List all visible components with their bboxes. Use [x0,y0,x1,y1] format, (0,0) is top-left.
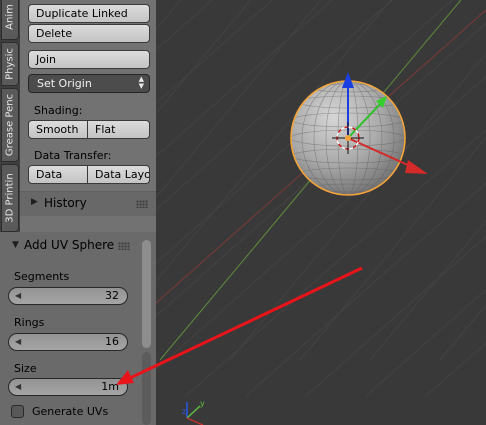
triangle-down-icon: ▼ [12,240,19,250]
tab-3d-printing[interactable]: 3D Printin [1,164,19,232]
tab-animation[interactable]: Anim [1,0,19,40]
join-button[interactable]: Join [28,50,150,69]
viewport-canvas: z y [156,0,486,425]
svg-text:z: z [182,407,186,416]
origin-dot [345,135,351,141]
orientation-axes-icon: z y [182,399,205,425]
tab-label: Grease Penc [4,93,16,157]
set-origin-dropdown[interactable]: Set Origin ▲ ▼ [28,74,150,93]
tab-label: 3D Printin [4,173,16,223]
operator-title: Add UV Sphere [24,238,115,252]
history-label: History [44,196,87,210]
data-transfer-button[interactable]: Data [28,165,88,184]
decrement-arrow-icon[interactable]: ◀ [15,334,21,350]
size-label: Size [14,362,37,375]
z-arrow-icon[interactable] [342,72,354,88]
3d-viewport[interactable]: z y [156,0,486,425]
smooth-button[interactable]: Smooth [28,120,88,139]
svg-text:y: y [200,399,205,408]
tab-grease-pencil[interactable]: Grease Penc [1,88,19,162]
size-field[interactable]: ◀ 1m [8,378,128,396]
generate-uvs-checkbox[interactable] [11,405,24,418]
triangle-right-icon: ▶ [31,197,38,207]
size-value: 1m [101,380,119,393]
drag-grip-icon[interactable] [136,200,148,208]
x-arrow-icon[interactable] [405,160,428,174]
shading-label: Shading: [34,104,83,117]
panel-scroll-track[interactable] [142,352,151,425]
tab-label: Anim [4,4,16,30]
delete-button[interactable]: Delete [28,24,150,43]
rings-label: Rings [14,316,45,329]
tab-physics[interactable]: Physic [1,42,19,86]
duplicate-linked-button[interactable]: Duplicate Linked [28,4,150,23]
grid-floor [156,0,486,397]
data-transfer-label: Data Transfer: [34,149,112,162]
operator-redo-panel: ▼ Add UV Sphere Segments ◀ 32 Rings ◀ 16… [0,232,156,425]
decrement-arrow-icon[interactable]: ◀ [15,379,21,395]
flat-button[interactable]: Flat [88,120,150,139]
drag-grip-icon[interactable] [118,242,130,250]
segments-field[interactable]: ◀ 32 [8,287,128,305]
rings-value: 16 [105,335,119,348]
history-panel-header[interactable]: ▶ History [20,191,156,216]
set-origin-label: Set Origin [37,77,92,90]
tab-label: Physic [4,48,16,80]
rings-field[interactable]: ◀ 16 [8,333,128,351]
segments-value: 32 [105,289,119,302]
panel-scrollbar[interactable] [142,240,151,348]
segments-label: Segments [14,270,70,283]
data-layout-button[interactable]: Data Layo [88,165,150,184]
updown-arrows-icon: ▲ ▼ [138,75,144,90]
generate-uvs-label: Generate UVs [32,405,109,418]
decrement-arrow-icon[interactable]: ◀ [15,288,21,304]
